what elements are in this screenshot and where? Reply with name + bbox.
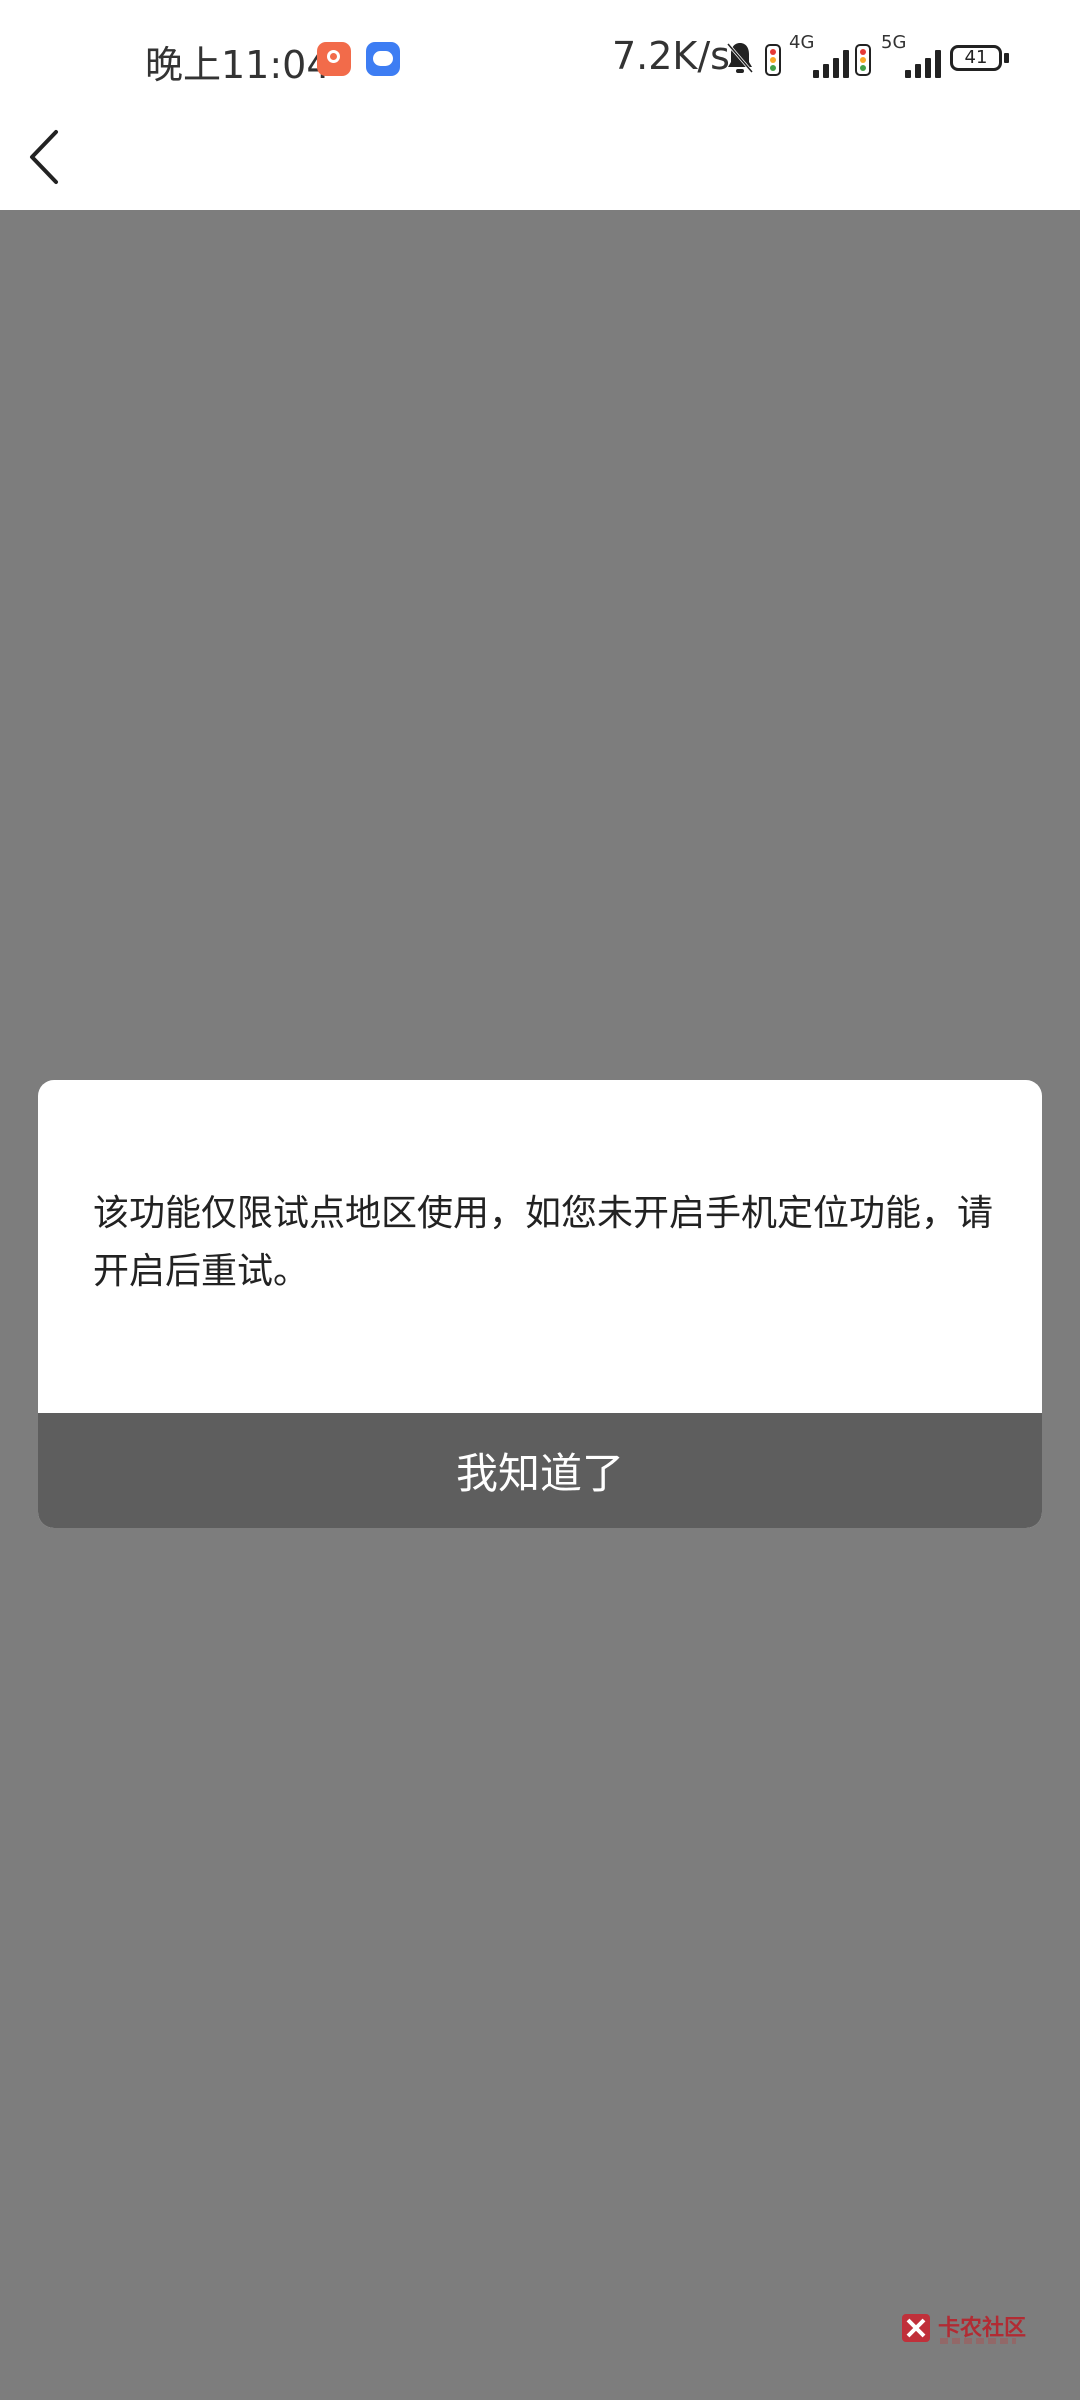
watermark-logo-icon	[902, 2314, 930, 2342]
status-time: 晚上11:04	[145, 43, 331, 87]
status-bar: 晚上11:04 7.2K/s 4G 5G 41	[0, 0, 1080, 120]
watermark-subtext	[940, 2338, 1016, 2344]
confirm-button[interactable]: 我知道了	[38, 1413, 1042, 1528]
battery-tip	[1004, 53, 1009, 63]
sim2-network-tag: 5G	[881, 32, 907, 53]
app-notification-icon	[317, 42, 351, 76]
watermark: 卡农社区	[898, 2308, 1048, 2358]
dialog-message: 该功能仅限试点地区使用，如您未开启手机定位功能，请开启后重试。	[93, 1193, 994, 1292]
sim1-icon	[765, 44, 781, 76]
mute-bell-icon	[726, 43, 754, 73]
back-arrow-icon[interactable]	[22, 122, 72, 192]
sim1-network-tag: 4G	[789, 32, 815, 53]
sim2-icon	[855, 44, 871, 76]
alert-dialog: 该功能仅限试点地区使用，如您未开启手机定位功能，请开启后重试。 我知道了	[38, 1080, 1042, 1528]
message-icon	[366, 42, 400, 76]
nav-bar	[0, 120, 1080, 210]
battery-icon: 41	[950, 45, 1002, 71]
network-speed: 7.2K/s	[612, 34, 730, 78]
